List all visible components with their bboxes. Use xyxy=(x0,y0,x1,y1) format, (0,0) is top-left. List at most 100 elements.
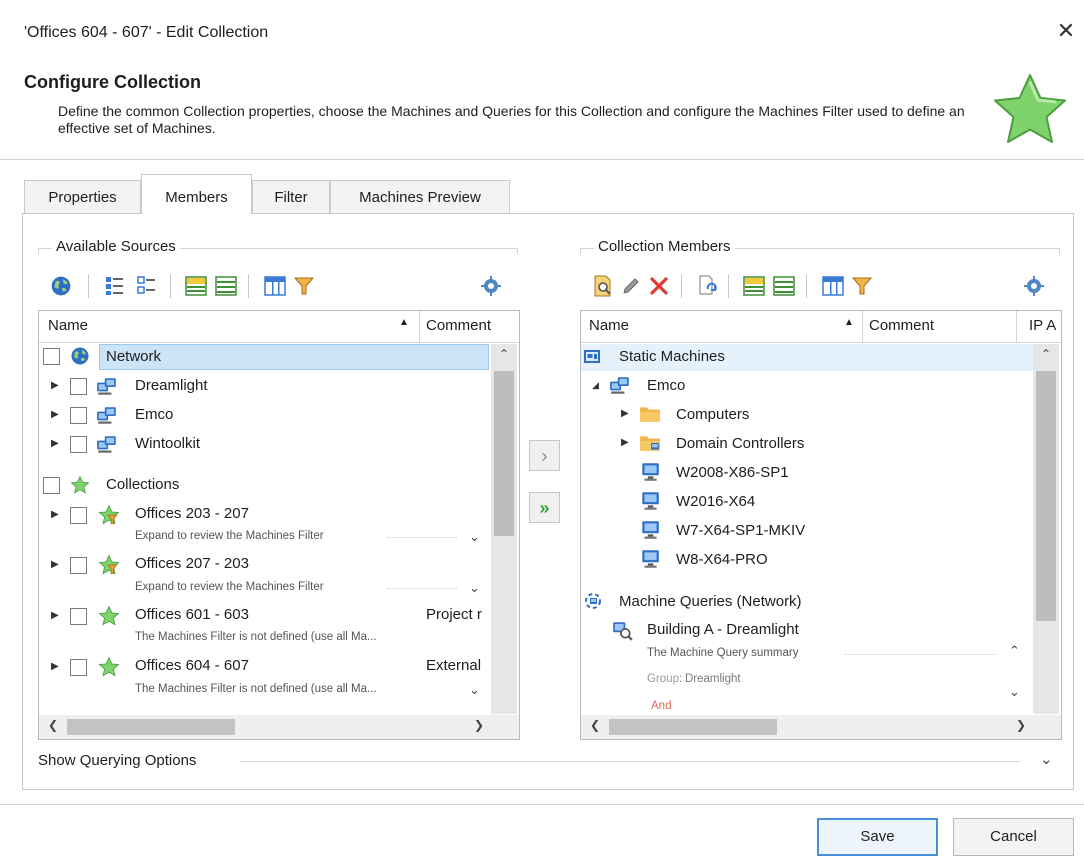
list-item[interactable]: Dreamlight xyxy=(135,377,208,394)
checkbox[interactable] xyxy=(70,507,87,524)
edit-pencil-icon[interactable] xyxy=(620,275,642,297)
column-header-name[interactable]: Name xyxy=(589,317,629,334)
column-chooser-icon[interactable] xyxy=(264,275,286,297)
tab-filter[interactable]: Filter xyxy=(252,180,330,213)
checkbox[interactable] xyxy=(70,557,87,574)
column-divider[interactable] xyxy=(862,311,863,342)
list-item[interactable]: Offices 203 - 207 xyxy=(135,505,249,522)
expand-arrow-icon[interactable]: ▶ xyxy=(51,610,61,622)
globe-icon xyxy=(70,346,90,366)
expand-arrow-icon[interactable]: ▶ xyxy=(621,437,631,449)
column-header-comment[interactable]: Comment xyxy=(869,317,934,334)
checkbox[interactable] xyxy=(43,348,60,365)
query-condition-text: And xyxy=(651,700,672,712)
expand-arrow-icon[interactable]: ▶ xyxy=(51,559,61,571)
scrollbar-thumb[interactable] xyxy=(67,719,235,735)
scroll-up-icon[interactable]: ⌃ xyxy=(491,347,517,361)
scrollbar-thumb[interactable] xyxy=(1036,371,1056,621)
scroll-left-icon[interactable]: ❮ xyxy=(587,718,603,732)
scroll-up-icon[interactable]: ⌃ xyxy=(1033,347,1059,361)
settings-gear-icon[interactable] xyxy=(1023,275,1045,297)
checkbox[interactable] xyxy=(43,477,60,494)
column-header-ip[interactable]: IP A xyxy=(1029,317,1056,334)
toolbar-separator xyxy=(248,274,249,298)
checkbox[interactable] xyxy=(70,659,87,676)
expand-arrow-icon[interactable]: ▶ xyxy=(51,409,61,421)
list-item[interactable]: Emco xyxy=(647,377,685,394)
tab-machines-preview[interactable]: Machines Preview xyxy=(330,180,510,213)
filter-icon[interactable] xyxy=(293,275,315,297)
machine-queries-label[interactable]: Machine Queries (Network) xyxy=(619,593,802,610)
checkbox[interactable] xyxy=(70,436,87,453)
members-group-border-right xyxy=(1059,248,1060,254)
checkbox[interactable] xyxy=(70,407,87,424)
network-label[interactable]: Network xyxy=(106,348,161,365)
group-rows-icon[interactable] xyxy=(743,275,765,297)
list-item[interactable]: Wintoolkit xyxy=(135,435,200,452)
filter-icon[interactable] xyxy=(851,275,873,297)
static-machines-label[interactable]: Static Machines xyxy=(619,348,725,365)
list-item[interactable]: Domain Controllers xyxy=(676,435,804,452)
expand-arrow-icon[interactable]: ▶ xyxy=(51,380,61,392)
close-icon[interactable]: ✕ xyxy=(1053,18,1079,44)
checkbox[interactable] xyxy=(70,378,87,395)
list-item[interactable]: W2008-X86-SP1 xyxy=(676,464,789,481)
chevron-down-icon[interactable]: ⌄ xyxy=(469,682,480,698)
preview-document-icon[interactable] xyxy=(592,275,614,297)
group-rows-icon[interactable] xyxy=(185,275,207,297)
expand-arrow-icon[interactable]: ▶ xyxy=(621,408,631,420)
list-item[interactable]: Offices 601 - 603 xyxy=(135,606,249,623)
list-item[interactable]: Emco xyxy=(135,406,173,423)
column-header-comment[interactable]: Comment xyxy=(426,317,491,334)
list-item-subtext: Expand to review the Machines Filter xyxy=(135,581,324,593)
ungroup-rows-icon[interactable] xyxy=(215,275,237,297)
scroll-right-icon[interactable]: ❯ xyxy=(1013,718,1029,732)
settings-gear-icon[interactable] xyxy=(480,275,502,297)
scroll-right-icon[interactable]: ❯ xyxy=(471,718,487,732)
cancel-button[interactable]: Cancel xyxy=(953,818,1074,856)
checkbox[interactable] xyxy=(70,608,87,625)
chevron-down-icon[interactable]: ⌄ xyxy=(1040,750,1053,768)
chevron-down-icon[interactable]: ⌄ xyxy=(1009,684,1020,700)
expand-all-icon[interactable] xyxy=(104,275,126,297)
add-network-icon[interactable] xyxy=(50,275,72,297)
show-querying-options[interactable]: Show Querying Options xyxy=(38,752,196,769)
collapse-all-icon[interactable] xyxy=(136,275,158,297)
column-divider[interactable] xyxy=(419,311,420,342)
column-divider[interactable] xyxy=(1016,311,1017,342)
chevron-up-icon[interactable]: ⌃ xyxy=(1009,643,1020,659)
save-button[interactable]: Save xyxy=(817,818,938,856)
list-item[interactable]: Building A - Dreamlight xyxy=(647,621,799,638)
tab-properties[interactable]: Properties xyxy=(24,180,141,213)
querying-options-line xyxy=(240,761,1020,762)
page-title: Configure Collection xyxy=(24,72,201,92)
list-item[interactable]: Offices 604 - 607 xyxy=(135,657,249,674)
refresh-document-icon[interactable] xyxy=(697,275,719,297)
add-selected-button[interactable]: › xyxy=(529,440,560,471)
expand-arrow-icon[interactable]: ▶ xyxy=(51,661,61,673)
scrollbar-thumb[interactable] xyxy=(494,371,514,536)
collections-label[interactable]: Collections xyxy=(106,476,179,493)
column-header-name[interactable]: Name xyxy=(48,317,88,334)
tab-members[interactable]: Members xyxy=(141,174,252,214)
chevron-down-icon[interactable]: ⌄ xyxy=(469,580,480,596)
list-item[interactable]: Computers xyxy=(676,406,749,423)
column-chooser-icon[interactable] xyxy=(822,275,844,297)
add-all-button[interactable]: » xyxy=(529,492,560,523)
expand-arrow-icon[interactable]: ▶ xyxy=(51,438,61,450)
available-sources-label: Available Sources xyxy=(52,238,180,255)
ungroup-rows-icon[interactable] xyxy=(773,275,795,297)
list-item[interactable]: Offices 207 - 203 xyxy=(135,555,249,572)
collapse-arrow-icon[interactable]: ◢ xyxy=(592,379,602,391)
chevron-down-icon[interactable]: ⌄ xyxy=(469,529,480,545)
list-item-subtext: The Machines Filter is not defined (use … xyxy=(135,631,377,643)
list-item[interactable]: W8-X64-PRO xyxy=(676,551,768,568)
expand-arrow-icon[interactable]: ▶ xyxy=(51,509,61,521)
scroll-left-icon[interactable]: ❮ xyxy=(45,718,61,732)
available-group-border-right xyxy=(517,248,518,254)
star-icon xyxy=(994,74,1066,143)
list-item[interactable]: W7-X64-SP1-MKIV xyxy=(676,522,805,539)
delete-icon[interactable] xyxy=(648,275,670,297)
scrollbar-thumb[interactable] xyxy=(609,719,777,735)
list-item[interactable]: W2016-X64 xyxy=(676,493,755,510)
